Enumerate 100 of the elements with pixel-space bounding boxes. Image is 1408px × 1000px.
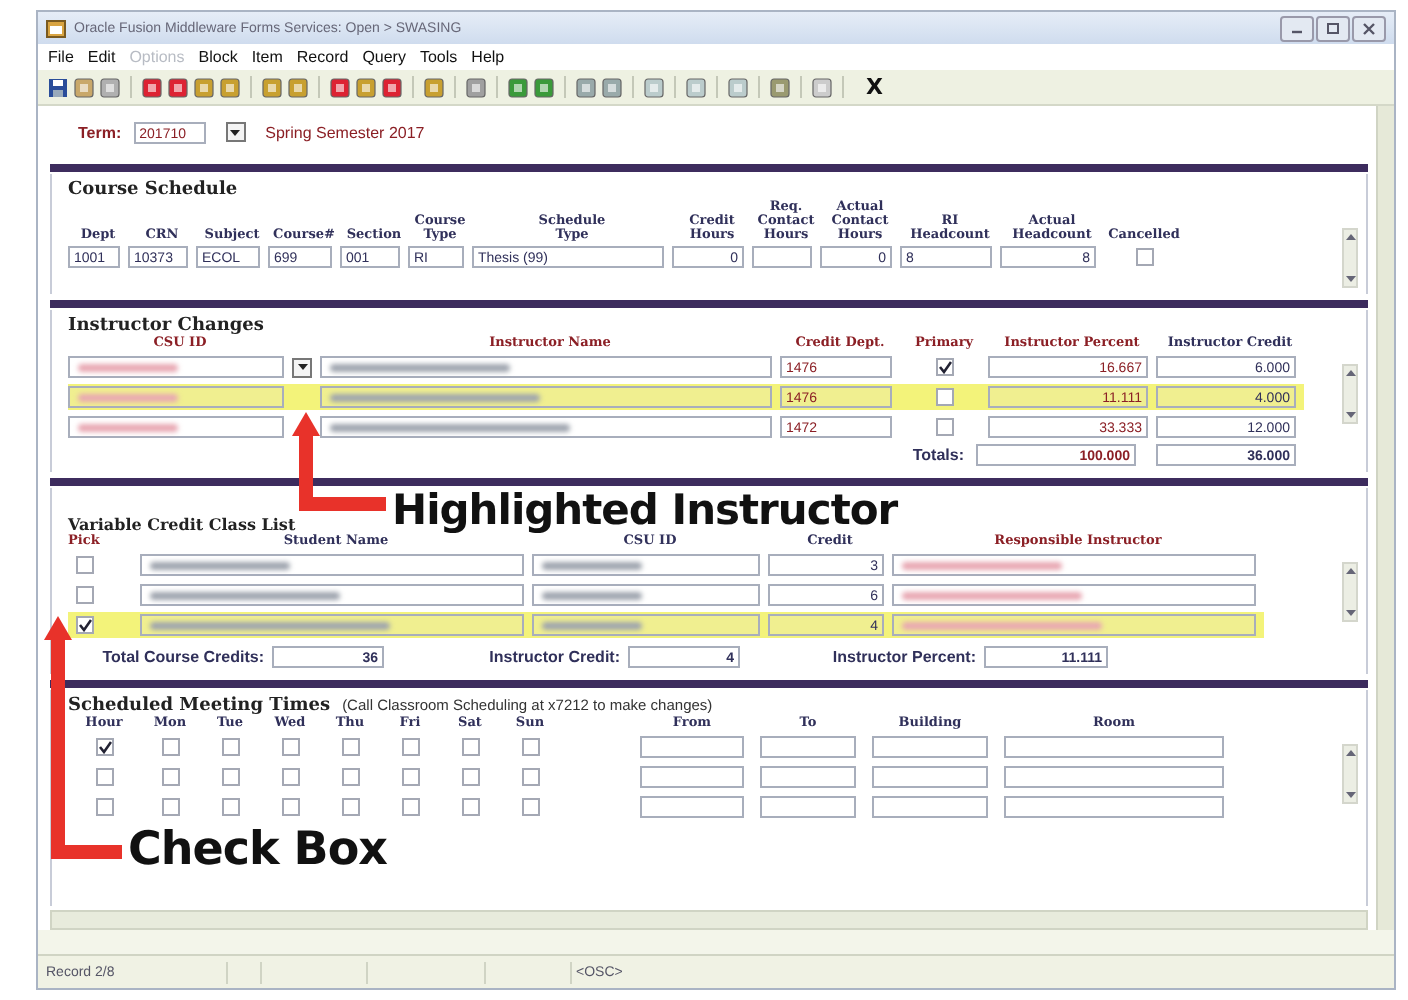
- menu-item[interactable]: Query: [362, 48, 406, 66]
- input-field[interactable]: [320, 386, 772, 408]
- checkbox[interactable]: [935, 388, 953, 406]
- checkbox[interactable]: [341, 738, 359, 756]
- checkbox[interactable]: [521, 738, 539, 756]
- toolbar-icon[interactable]: [728, 77, 748, 97]
- input-field[interactable]: [872, 766, 988, 788]
- input-field[interactable]: [892, 614, 1256, 636]
- scroll-down-icon[interactable]: [1343, 274, 1357, 284]
- input-field[interactable]: [320, 416, 772, 438]
- save-icon[interactable]: [48, 77, 68, 97]
- input-field[interactable]: [68, 386, 284, 408]
- scroll-down-icon[interactable]: [1343, 608, 1357, 618]
- scroll-down-icon[interactable]: [1343, 790, 1357, 800]
- menu-item[interactable]: Block: [198, 48, 238, 66]
- scroll-up-icon[interactable]: [1343, 566, 1357, 576]
- checkbox[interactable]: [161, 768, 179, 786]
- input-field[interactable]: [532, 554, 760, 576]
- scroll-up-icon[interactable]: [1343, 368, 1357, 378]
- checkbox[interactable]: [221, 768, 239, 786]
- scrollbar[interactable]: [1376, 106, 1394, 930]
- input-field[interactable]: [68, 416, 284, 438]
- scrollbar[interactable]: [1342, 562, 1358, 622]
- scroll-up-icon[interactable]: [1343, 232, 1357, 242]
- checkbox[interactable]: [281, 738, 299, 756]
- input-field[interactable]: [892, 554, 1256, 576]
- input-field[interactable]: [532, 614, 760, 636]
- input-field[interactable]: [872, 796, 988, 818]
- toolbar-icon[interactable]: [424, 77, 444, 97]
- input-field[interactable]: [752, 246, 812, 268]
- input-field[interactable]: [1004, 766, 1224, 788]
- checkbox[interactable]: [461, 798, 479, 816]
- checkbox[interactable]: [461, 738, 479, 756]
- close-button[interactable]: [1352, 15, 1386, 41]
- toolbar-icon[interactable]: [770, 77, 790, 97]
- app-icon: [46, 19, 66, 37]
- checkbox[interactable]: [281, 768, 299, 786]
- input-field[interactable]: [760, 736, 856, 758]
- input-field[interactable]: [320, 356, 772, 378]
- minimize-button[interactable]: [1280, 15, 1314, 41]
- input-field[interactable]: [640, 796, 744, 818]
- scrollbar[interactable]: [1342, 228, 1358, 288]
- toolbar-icon[interactable]: [686, 77, 706, 97]
- menu-item[interactable]: File: [48, 48, 74, 66]
- input-field[interactable]: [640, 736, 744, 758]
- checkbox[interactable]: [521, 798, 539, 816]
- checkbox[interactable]: [935, 358, 953, 376]
- input-field[interactable]: [140, 614, 524, 636]
- checkbox[interactable]: [341, 768, 359, 786]
- checkbox[interactable]: [401, 738, 419, 756]
- input-field[interactable]: [760, 766, 856, 788]
- scroll-up-icon[interactable]: [1343, 748, 1357, 758]
- redacted-text: [542, 592, 642, 601]
- checkbox[interactable]: [95, 768, 113, 786]
- checkbox[interactable]: [161, 798, 179, 816]
- toolbar-icon[interactable]: [644, 77, 664, 97]
- maximize-button[interactable]: [1316, 15, 1350, 41]
- toolbar-icon[interactable]: [466, 77, 486, 97]
- checkbox[interactable]: [161, 738, 179, 756]
- checkbox[interactable]: [221, 798, 239, 816]
- input-field[interactable]: [760, 796, 856, 818]
- scrollbar[interactable]: [1342, 364, 1358, 424]
- summary-label: Total Course Credits:: [100, 648, 264, 666]
- scrollbar[interactable]: [1342, 744, 1358, 804]
- dropdown-button[interactable]: [225, 122, 246, 142]
- checkbox[interactable]: [76, 556, 94, 574]
- menu-item[interactable]: Tools: [419, 48, 458, 66]
- checkbox[interactable]: [521, 768, 539, 786]
- checkbox[interactable]: [221, 738, 239, 756]
- input-field[interactable]: [1004, 796, 1224, 818]
- input-field[interactable]: [140, 584, 524, 606]
- checkbox[interactable]: [935, 418, 953, 436]
- summary-label: Instructor Percent:: [830, 648, 976, 666]
- checkbox[interactable]: [401, 768, 419, 786]
- scrollbar[interactable]: [50, 910, 1368, 930]
- section-title: Scheduled Meeting Times: [68, 696, 331, 716]
- checkbox[interactable]: [76, 616, 94, 634]
- input-field[interactable]: [532, 584, 760, 606]
- input-field[interactable]: [140, 554, 524, 576]
- exit-button[interactable]: X: [866, 74, 883, 100]
- menu-item[interactable]: Edit: [87, 48, 116, 66]
- input-field[interactable]: [68, 356, 284, 378]
- scroll-down-icon[interactable]: [1343, 410, 1357, 420]
- checkbox[interactable]: [461, 768, 479, 786]
- checkbox[interactable]: [95, 738, 113, 756]
- menu-item[interactable]: Record: [296, 48, 349, 66]
- input-field[interactable]: [892, 584, 1256, 606]
- menu-item[interactable]: Help: [471, 48, 505, 66]
- checkbox[interactable]: [1135, 248, 1153, 266]
- menu-item[interactable]: Item: [251, 48, 283, 66]
- checkbox[interactable]: [401, 798, 419, 816]
- input-field[interactable]: [640, 766, 744, 788]
- checkbox[interactable]: [341, 798, 359, 816]
- checkbox[interactable]: [95, 798, 113, 816]
- input-field[interactable]: [1004, 736, 1224, 758]
- toolbar-icon[interactable]: [812, 77, 832, 97]
- checkbox[interactable]: [76, 586, 94, 604]
- input-field[interactable]: [872, 736, 988, 758]
- checkbox[interactable]: [281, 798, 299, 816]
- dropdown-button[interactable]: [292, 357, 312, 377]
